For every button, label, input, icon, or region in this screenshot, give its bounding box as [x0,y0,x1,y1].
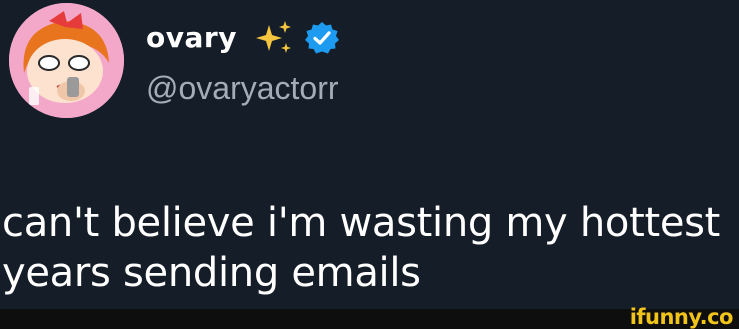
user-handle[interactable]: @ovaryactorr [146,72,339,104]
watermark-bar: ifunny.co [0,305,739,329]
name-row: ovary [146,18,339,58]
avatar[interactable] [9,3,124,118]
verified-badge-icon [304,22,339,54]
display-name[interactable]: ovary [146,24,237,52]
tweet-card: ovary @ovaryactorr can't believe i'm was… [0,0,739,329]
sparkles-icon [255,21,291,53]
avatar-image [9,3,124,118]
tweet-text: can't believe i'm wasting my hottest yea… [2,200,721,296]
ifunny-watermark: ifunny.co [629,305,734,329]
